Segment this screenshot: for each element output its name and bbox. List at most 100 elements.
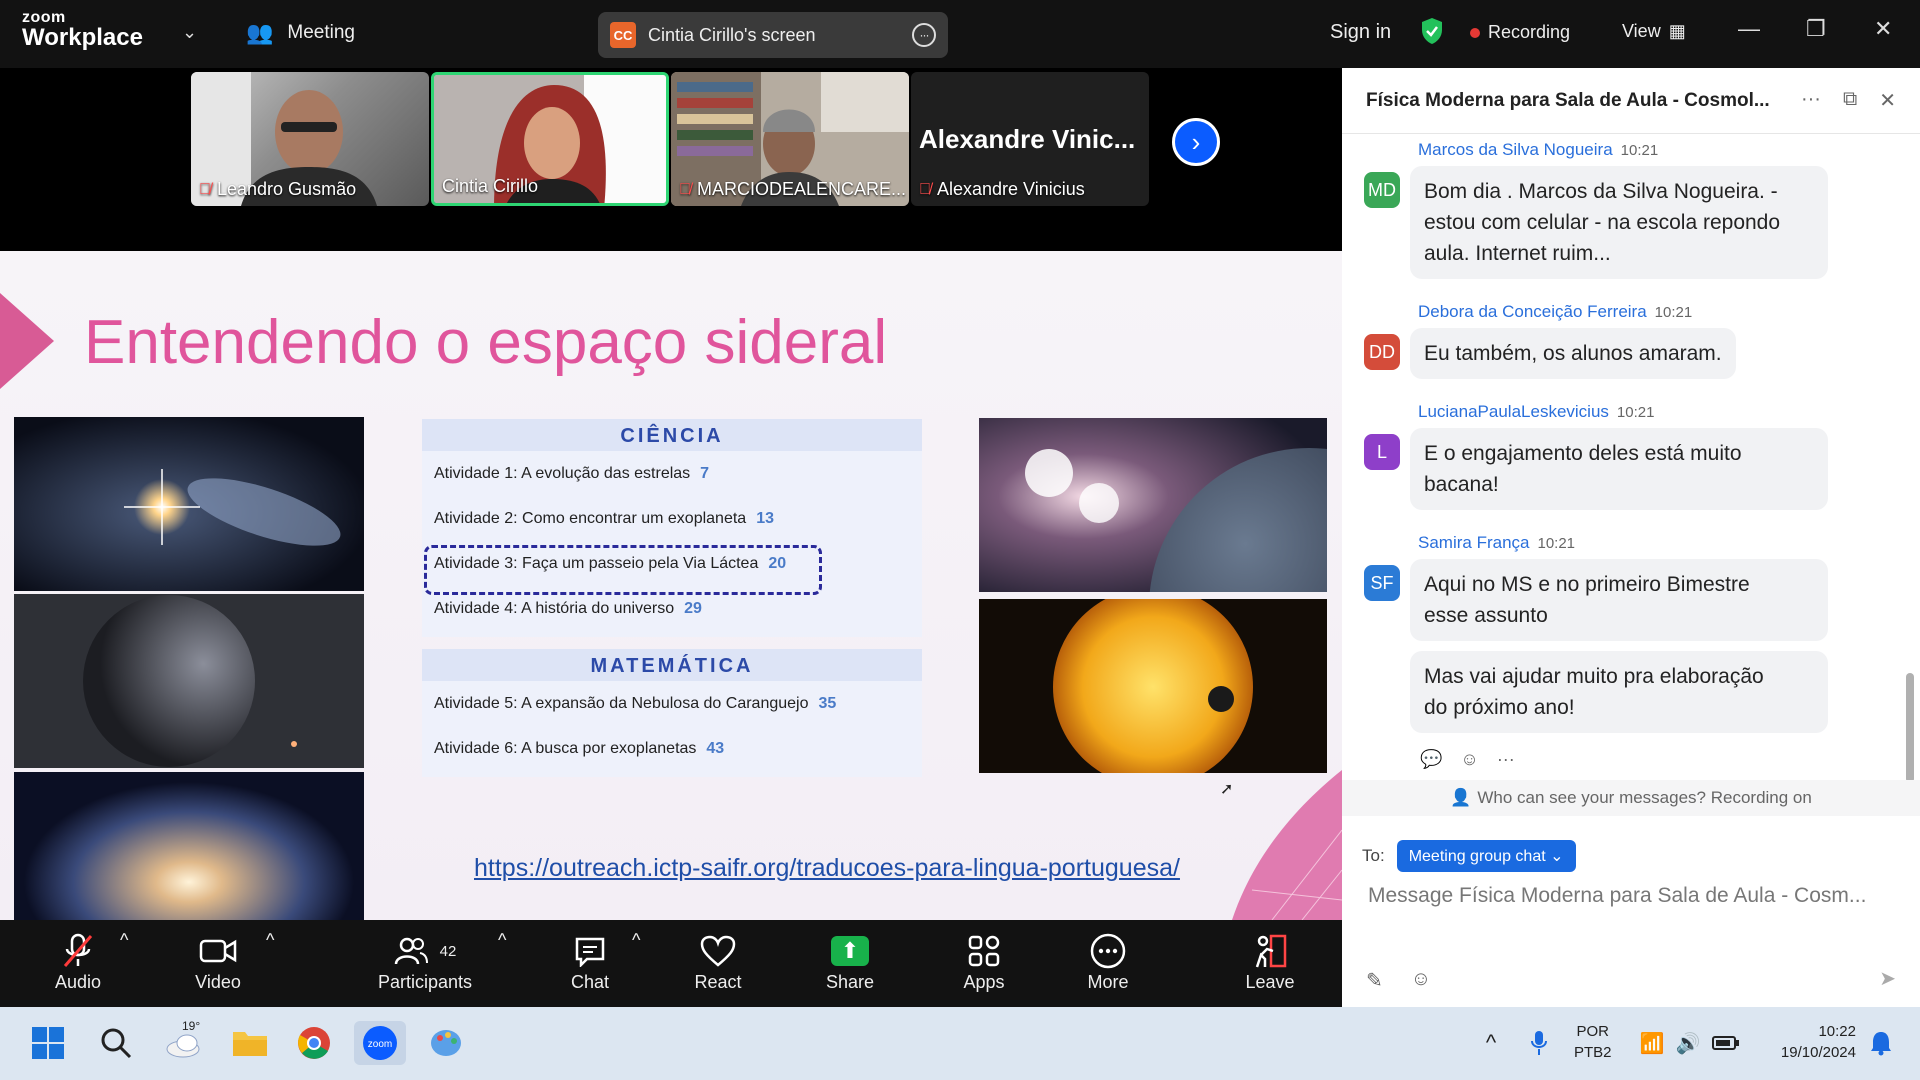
input-language[interactable]: POR PTB2 (1574, 1021, 1612, 1063)
chat-bubble-icon (560, 930, 620, 972)
video-tile[interactable]: 🎙̸ MARCIODEALENCARE... (671, 72, 909, 206)
activity-text: Atividade 4: A história do universo (434, 600, 675, 617)
sender-name: Marcos da Silva Nogueira (1418, 140, 1613, 159)
sender-name: Samira França (1418, 533, 1530, 552)
message-line: estou com celular - na escola repondo (1424, 211, 1781, 234)
message-sender: Debora da Conceição Ferreira 10:21 (1418, 302, 1692, 322)
react-button[interactable]: React (690, 930, 746, 993)
minimize-icon[interactable]: — (1738, 16, 1760, 42)
more-options-icon[interactable]: ··· (1497, 749, 1515, 770)
more-button[interactable]: More (1080, 930, 1136, 993)
apps-button[interactable]: Apps (956, 930, 1012, 993)
chevron-down-icon[interactable]: ⌄ (182, 22, 197, 43)
heart-icon (690, 930, 746, 972)
more-options-icon[interactable]: ··· (912, 23, 936, 47)
message-line: aula. Internet ruim... (1424, 242, 1611, 265)
message-time: 10:21 (1654, 304, 1693, 321)
sender-name: Debora da Conceição Ferreira (1418, 302, 1647, 321)
recipient-select[interactable]: Meeting group chat ⌄ (1396, 840, 1576, 872)
participant-strip: 🎙̸ Leandro Gusmão Cintia Cirillo 🎙̸ MARCIO… (0, 68, 1342, 251)
video-tile[interactable]: 🎙̸ Leandro Gusmão (191, 72, 429, 206)
pop-out-icon[interactable]: ⧉ (1843, 88, 1857, 113)
zoom-taskbar-icon[interactable]: zoom (354, 1021, 406, 1065)
participants-icon (394, 937, 428, 965)
slide-title: Entendendo o espaço sideral (84, 308, 888, 377)
screen-share-indicator[interactable]: CC Cintia Cirillo's screen ··· (598, 12, 948, 58)
chat-options-caret[interactable]: ^ (632, 930, 640, 951)
leave-icon (1240, 930, 1300, 972)
format-text-icon[interactable]: ✎ (1366, 968, 1383, 993)
paint-icon[interactable] (424, 1021, 468, 1065)
close-icon[interactable]: ✕ (1874, 16, 1892, 42)
chat-message-input[interactable] (1368, 884, 1898, 908)
emoji-reaction-icon[interactable]: ☺ (1460, 749, 1478, 770)
view-label: View (1622, 21, 1661, 41)
activity-text: Atividade 3: Faça um passeio pela Via Lá… (434, 555, 759, 572)
send-icon[interactable]: ➤ (1879, 966, 1896, 991)
close-icon[interactable]: ✕ (1879, 88, 1896, 113)
audio-options-caret[interactable]: ^ (120, 930, 128, 951)
audio-button[interactable]: Audio (46, 930, 110, 993)
clock-date: 19/10/2024 (1780, 1044, 1856, 1061)
video-tile-active-speaker[interactable]: Cintia Cirillo (431, 72, 669, 206)
chevron-up-icon[interactable]: ^ (1476, 1021, 1506, 1065)
leave-label: Leave (1245, 972, 1295, 992)
mic-muted-icon: 🎙̸ (679, 180, 691, 198)
activity-text: Atividade 2: Como encontrar um exoplanet… (434, 510, 747, 527)
meeting-toolbar: Audio ^ Video ^ 42 Participants ^ Chat ^… (0, 920, 1342, 1007)
activity-item: Atividade 2: Como encontrar um exoplanet… (422, 496, 922, 541)
wifi-icon[interactable]: 📶 (1636, 1021, 1668, 1065)
activity-item: Atividade 4: A história do universo 29 (422, 586, 922, 631)
volume-icon[interactable]: 🔊 (1672, 1021, 1704, 1065)
recording-indicator[interactable]: Recording (1470, 22, 1570, 43)
participants-options-caret[interactable]: ^ (498, 930, 506, 951)
chat-scrollbar[interactable] (1906, 673, 1914, 783)
activity-text: Atividade 5: A expansão da Nebulosa do C… (434, 695, 809, 712)
participants-button[interactable]: 42 Participants (370, 930, 480, 993)
notification-bell-icon[interactable] (1864, 1021, 1898, 1065)
avatar: L (1364, 434, 1400, 470)
next-page-button[interactable]: › (1172, 118, 1220, 166)
more-options-icon[interactable]: ··· (1801, 88, 1821, 113)
system-clock[interactable]: 10:22 19/10/2024 (1760, 1021, 1856, 1063)
chat-label: Chat (570, 972, 610, 992)
mic-muted-icon: 🎙̸ (919, 180, 931, 198)
chevron-right-icon: › (1191, 126, 1201, 157)
restore-icon[interactable]: ❐ (1806, 16, 1826, 42)
message-sender: Marcos da Silva Nogueira 10:21 (1418, 140, 1658, 160)
activity-page: 29 (684, 600, 702, 617)
privacy-notice[interactable]: 👤 Who can see your messages? Recording o… (1342, 780, 1920, 816)
activity-item: Atividade 6: A busca por exoplanetas 43 (422, 726, 922, 771)
emoji-icon[interactable]: ☺ (1411, 968, 1431, 993)
share-button[interactable]: ⬆ Share (822, 930, 878, 993)
view-button[interactable]: View ▦ (1622, 21, 1686, 42)
leave-button[interactable]: Leave (1240, 930, 1300, 993)
slide-url-link[interactable]: https://outreach.ictp-saifr.org/traducoe… (474, 854, 1180, 883)
participant-name: Alexandre Vinicius (937, 179, 1085, 199)
battery-icon[interactable] (1710, 1021, 1742, 1065)
sign-in-button[interactable]: Sign in (1330, 21, 1391, 44)
binary-stars-planet-image (979, 418, 1327, 592)
search-icon[interactable] (96, 1021, 136, 1065)
activity-page: 43 (706, 740, 725, 757)
zoom-logo[interactable]: zoom Workplace (22, 10, 143, 50)
share-label: Share (825, 972, 875, 992)
video-button[interactable]: Video (186, 930, 250, 993)
meeting-menu-button[interactable]: 👥 Meeting (246, 20, 355, 46)
reply-icon[interactable]: 💬 (1420, 749, 1442, 770)
activity-item-highlighted: Atividade 3: Faça um passeio pela Via Lá… (422, 541, 922, 595)
windows-start-icon[interactable] (28, 1021, 68, 1065)
file-explorer-icon[interactable] (228, 1021, 272, 1065)
message-bubble: E o engajamento deles está muito bacana! (1410, 428, 1828, 510)
message-bubble: Aqui no MS e no primeiro Bimestre esse a… (1410, 559, 1828, 641)
apps-icon (956, 930, 1012, 972)
mouse-cursor-icon: ➚ (1220, 781, 1234, 798)
avatar: DD (1364, 334, 1400, 370)
chrome-icon[interactable] (292, 1021, 336, 1065)
video-tile-off[interactable]: Alexandre Vinic... 🎙̸ Alexandre Vinicius (911, 72, 1149, 206)
shield-check-icon[interactable] (1420, 17, 1444, 45)
chat-button[interactable]: Chat (560, 930, 620, 993)
microphone-icon[interactable] (1524, 1021, 1554, 1065)
weather-widget[interactable]: 19° (160, 1019, 208, 1065)
video-options-caret[interactable]: ^ (266, 930, 274, 951)
